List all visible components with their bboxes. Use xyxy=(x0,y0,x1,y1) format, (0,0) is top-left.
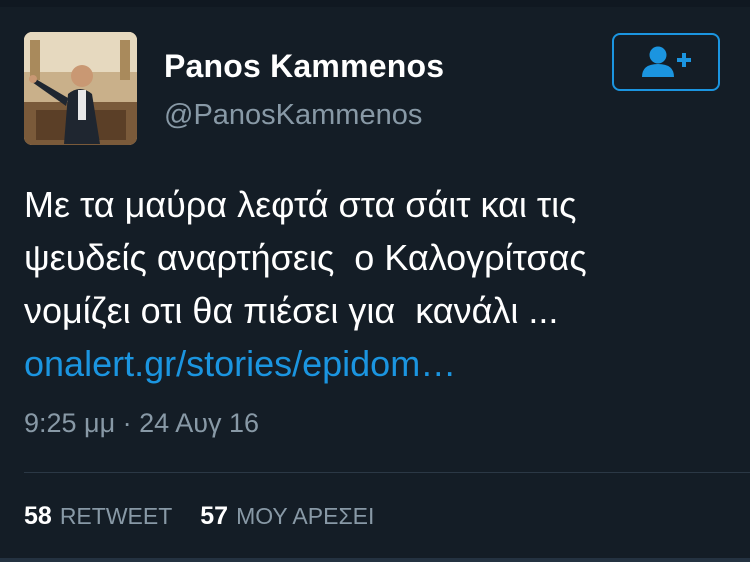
author-handle[interactable]: @PanosKammenos xyxy=(164,99,422,132)
tweet-stats: 58 RETWEET 57 ΜΟΥ ΑΡΕΣΕΙ xyxy=(24,502,402,531)
tweet-timestamp[interactable]: 9:25 μμ · 24 Αυγ 16 xyxy=(24,408,259,439)
follow-button[interactable] xyxy=(612,33,720,91)
tweet-text-line: Με τα μαύρα λεφτά στα σάιτ και τις xyxy=(24,184,577,225)
retweet-label[interactable]: RETWEET xyxy=(60,503,172,530)
bottom-divider xyxy=(0,558,750,562)
avatar-photo xyxy=(24,32,137,145)
top-strip xyxy=(0,0,750,7)
tweet-text-line: νομίζει οτι θα πιέσει για κανάλι ... xyxy=(24,290,559,331)
tweet-text: Με τα μαύρα λεφτά στα σάιτ και τις ψευδε… xyxy=(24,178,724,390)
author-display-name[interactable]: Panos Kammenos xyxy=(164,48,444,85)
tweet-text-line: ψευδείς αναρτήσεις ο Καλογρίτσας xyxy=(24,237,587,278)
like-label[interactable]: ΜΟΥ ΑΡΕΣΕΙ xyxy=(236,503,374,530)
retweet-count[interactable]: 58 xyxy=(24,502,52,531)
add-user-icon xyxy=(642,46,691,77)
like-count[interactable]: 57 xyxy=(200,502,228,531)
tweet-link[interactable]: onalert.gr/stories/epidom… xyxy=(24,343,456,384)
divider xyxy=(24,472,750,473)
author-avatar[interactable] xyxy=(24,32,137,145)
